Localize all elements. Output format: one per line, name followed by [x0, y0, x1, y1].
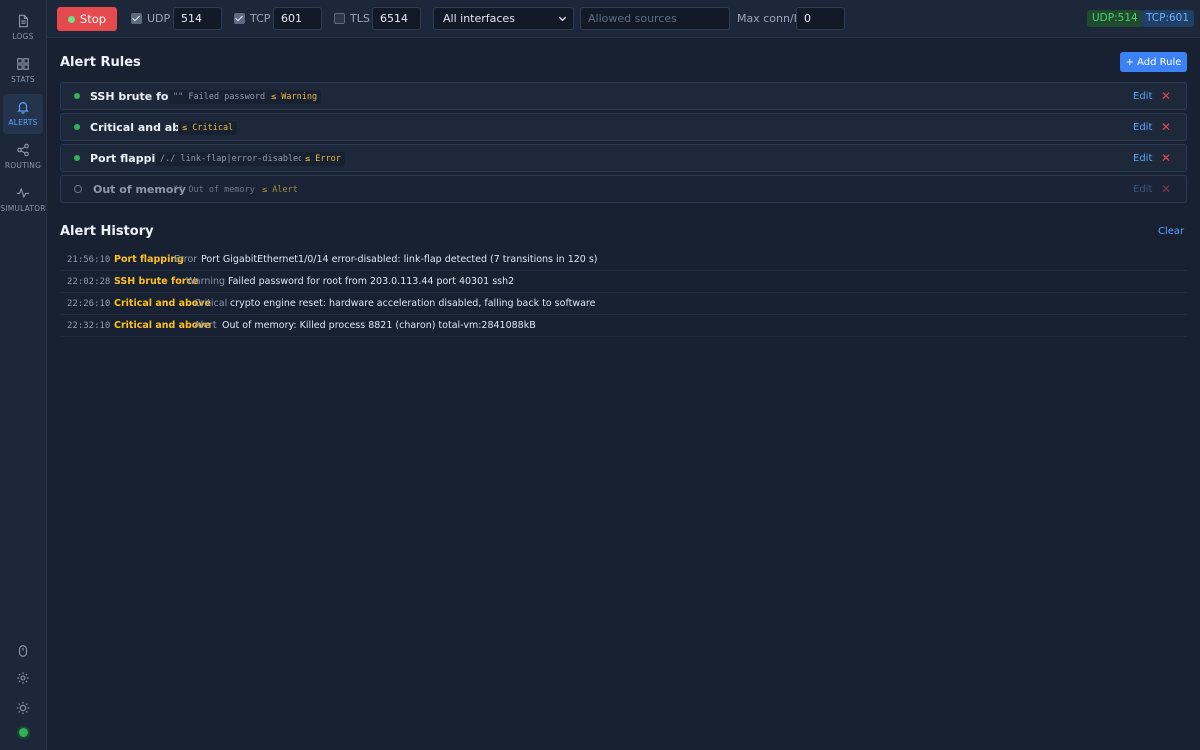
tcp-status-badge: TCP:601: [1141, 10, 1195, 27]
sidebar-item-alerts[interactable]: ALERTS: [3, 94, 43, 134]
max-conn-input[interactable]: 0: [796, 7, 845, 30]
tcp-port-input[interactable]: 601: [273, 7, 322, 30]
max-conn-label: Max conn/IP: [737, 12, 804, 25]
rule-row: Port flapping /./ link-flap|error-disabl…: [60, 144, 1187, 172]
history-row: 22:02:28 SSH brute force Warning Failed …: [60, 271, 1187, 293]
interface-select[interactable]: All interfaces: [433, 7, 574, 30]
alert-history-title: Alert History: [60, 224, 154, 239]
rule-enabled-toggle[interactable]: [74, 155, 80, 161]
sidebar-item-stats[interactable]: STATS: [3, 51, 43, 91]
history-time: 21:56:10: [67, 255, 111, 265]
history-time: 22:32:10: [67, 321, 111, 331]
history-message: Out of memory: Killed process 8821 (char…: [222, 320, 536, 331]
connection-status-indicator: [19, 728, 28, 737]
sidebar-item-simulator[interactable]: SIMULATOR: [0, 180, 46, 220]
udp-label: UDP: [147, 12, 171, 25]
edit-rule-link[interactable]: Edit: [1133, 91, 1152, 102]
edit-rule-link[interactable]: Edit: [1133, 122, 1152, 133]
rule-pattern: "" Out of memory: [173, 185, 255, 195]
rule-severity-badge: ≤ Warning: [267, 90, 322, 104]
delete-rule-icon[interactable]: ✕: [1161, 152, 1171, 164]
logs-icon: [18, 14, 28, 28]
sidebar-item-routing[interactable]: ROUTING: [3, 137, 43, 177]
sidebar-item-label: ROUTING: [4, 161, 42, 170]
clear-history-button[interactable]: Clear: [1158, 226, 1184, 237]
rule-row: Critical and above ≤ Critical Edit ✕: [60, 113, 1187, 141]
history-severity: Warning: [186, 276, 226, 287]
sidebar-item-label: SIMULATOR: [0, 204, 46, 213]
rule-pattern: "" Failed password: [169, 90, 270, 104]
rule-enabled-toggle[interactable]: [74, 124, 80, 130]
delete-rule-icon[interactable]: ✕: [1161, 121, 1171, 133]
history-row: 22:32:10 Critical and above Alert Out of…: [60, 315, 1187, 337]
tcp-label: TCP: [250, 12, 271, 25]
history-severity: Alert: [194, 320, 217, 331]
history-message: Port GigabitEthernet1/0/14 error-disable…: [201, 254, 598, 265]
rule-enabled-toggle[interactable]: [74, 185, 82, 193]
sidebar: LOGS STATS ALERTS ROUTING SIMULATOR: [0, 0, 47, 750]
rule-row: SSH brute force "" Failed password ≤ War…: [60, 82, 1187, 110]
history-message: crypto engine reset: hardware accelerati…: [230, 298, 596, 309]
edit-rule-link[interactable]: Edit: [1133, 184, 1152, 195]
rule-severity-badge: ≤ Error: [301, 152, 345, 166]
rule-pattern: /./ link-flap|error-disabled: [156, 152, 308, 166]
sun-icon[interactable]: [14, 699, 32, 717]
sidebar-item-label: LOGS: [12, 32, 34, 41]
history-time: 22:26:10: [67, 299, 111, 309]
sidebar-item-logs[interactable]: LOGS: [3, 8, 43, 48]
rule-severity-badge: ≤ Critical: [178, 121, 238, 135]
stop-label: Stop: [79, 12, 107, 26]
delete-rule-icon[interactable]: ✕: [1161, 90, 1171, 102]
stop-button[interactable]: Stop: [57, 7, 117, 31]
sidebar-item-label: ALERTS: [8, 118, 38, 127]
udp-port-input[interactable]: 514: [173, 7, 222, 30]
tls-port-input[interactable]: 6514: [372, 7, 421, 30]
chevron-down-icon: [558, 16, 567, 22]
bell-icon: [17, 102, 29, 114]
rule-row: Out of memory "" Out of memory ≤ Alert E…: [60, 175, 1187, 203]
toolbar: Stop UDP 514 TCP 601 TLS 6514 All interf…: [47, 0, 1200, 38]
running-indicator-icon: [67, 15, 75, 23]
history-row: 21:56:10 Port flapping Error Port Gigabi…: [60, 249, 1187, 271]
tls-label: TLS: [350, 12, 370, 25]
edit-rule-link[interactable]: Edit: [1133, 153, 1152, 164]
gear-icon[interactable]: [14, 669, 32, 687]
history-severity: Error: [174, 254, 198, 265]
udp-status-badge: UDP:514: [1087, 10, 1143, 27]
share-nodes-icon: [17, 143, 29, 157]
udp-checkbox[interactable]: [131, 13, 142, 24]
allowed-sources-input[interactable]: Allowed sources: [580, 7, 730, 30]
history-message: Failed password for root from 203.0.113.…: [228, 276, 515, 287]
tcp-checkbox[interactable]: [234, 13, 245, 24]
interface-select-value: All interfaces: [443, 12, 515, 25]
rule-enabled-toggle[interactable]: [74, 93, 80, 99]
history-severity: Critical: [194, 298, 228, 309]
pulse-icon: [16, 187, 30, 199]
sidebar-item-label: STATS: [11, 75, 35, 84]
add-rule-button[interactable]: + Add Rule: [1120, 52, 1187, 72]
stats-grid-icon: [17, 58, 29, 70]
rule-severity-badge: ≤ Alert: [262, 185, 298, 195]
delete-rule-icon[interactable]: ✕: [1161, 183, 1171, 195]
alert-rules-title: Alert Rules: [60, 55, 141, 70]
tls-checkbox[interactable]: [334, 13, 345, 24]
history-time: 22:02:28: [67, 277, 111, 287]
history-row: 22:26:10 Critical and above Critical cry…: [60, 293, 1187, 315]
mouse-icon[interactable]: [14, 642, 32, 660]
